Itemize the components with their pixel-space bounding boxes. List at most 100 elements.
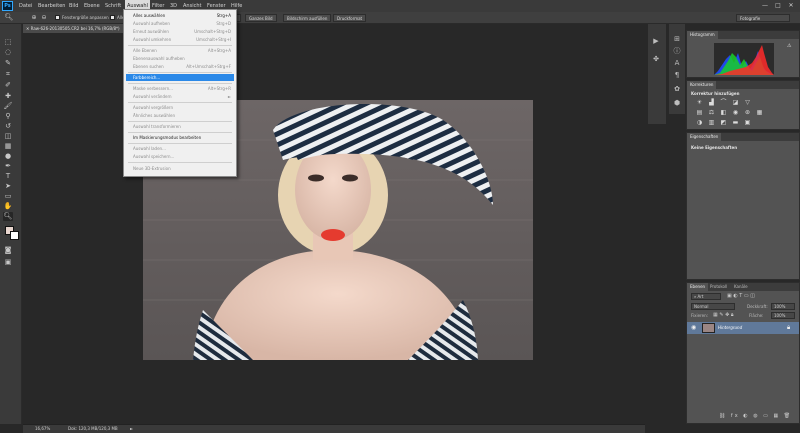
- menu-item-find-layers[interactable]: Ebenen suchen Alt+Umschalt+Strg+F: [124, 63, 236, 70]
- histogram-tabs: Histogramm: [687, 31, 799, 39]
- lock-icons[interactable]: ▦ ✎ ✥ 🔒︎: [713, 312, 734, 318]
- menu-item-transform-selection[interactable]: Auswahl transformieren: [124, 123, 236, 130]
- dodge-tool-icon[interactable]: ●: [3, 152, 13, 161]
- fit-screen-button[interactable]: Ganzes Bild: [245, 14, 277, 22]
- tab-layers[interactable]: Ebenen: [687, 283, 709, 291]
- background-color-swatch[interactable]: [10, 231, 19, 240]
- screen-mode-icon[interactable]: ▣: [3, 258, 13, 267]
- black-white-icon[interactable]: ◧: [719, 109, 728, 117]
- filter-icons[interactable]: ▣ ◐ T ▭ ◫: [727, 293, 755, 299]
- marquee-tool-icon[interactable]: ⬚: [3, 38, 13, 47]
- healing-brush-tool-icon[interactable]: ✚: [3, 92, 13, 101]
- opacity-input[interactable]: 100%: [771, 303, 795, 310]
- brush-preset-icon[interactable]: ✤: [650, 54, 662, 64]
- menu-item-select-all[interactable]: Alles auswählen Strg+A: [124, 12, 236, 19]
- threshold-icon[interactable]: ◩: [719, 119, 728, 127]
- brightness-icon[interactable]: ☀: [695, 99, 704, 107]
- menu-item-similar[interactable]: Ähnliches auswählen: [124, 112, 236, 119]
- menu-bild[interactable]: Bild: [67, 0, 80, 12]
- info-icon[interactable]: ⓘ: [671, 46, 683, 56]
- menu-item-reselect[interactable]: Erneut auswählen Umschalt+Strg+D: [124, 28, 236, 35]
- warning-icon[interactable]: ⚠: [787, 43, 791, 49]
- menu-item-color-range[interactable]: Farbbereich...: [126, 74, 234, 81]
- clone-stamp-tool-icon[interactable]: ⚲: [3, 112, 13, 121]
- path-select-tool-icon[interactable]: ➤: [3, 182, 13, 191]
- zoom-out-icon[interactable]: ⊖: [39, 13, 49, 22]
- hue-saturation-icon[interactable]: ▤: [695, 109, 704, 117]
- eraser-tool-icon[interactable]: ◫: [3, 132, 13, 141]
- lasso-tool-icon[interactable]: ◌: [3, 48, 13, 57]
- vibrance-icon[interactable]: ▽: [743, 99, 752, 107]
- workspace-select[interactable]: Fotografie: [736, 14, 790, 22]
- gradient-tool-icon[interactable]: ▦: [3, 142, 13, 151]
- selective-color-icon[interactable]: ▣: [743, 119, 752, 127]
- menu-datei[interactable]: Datei: [17, 0, 34, 12]
- panel-icon-strip: ⊞ ⓘ A ¶ ✿ ⬢: [669, 24, 685, 114]
- minimize-icon[interactable]: —: [760, 2, 770, 10]
- zoom-level[interactable]: 16,67%: [35, 425, 50, 433]
- tab-histogram[interactable]: Histogramm: [687, 31, 718, 39]
- menu-item-quick-mask[interactable]: Im Maskierungsmodus bearbeiten: [124, 134, 236, 141]
- exposure-icon[interactable]: ◪: [731, 99, 740, 107]
- quick-mask-icon[interactable]: ◙: [3, 246, 13, 255]
- print-size-button[interactable]: Druckformat: [333, 14, 367, 22]
- posterize-icon[interactable]: ▥: [707, 119, 716, 127]
- fill-input[interactable]: 100%: [771, 312, 795, 319]
- menu-item-modify[interactable]: Auswahl verändern ►: [124, 93, 236, 100]
- character-icon[interactable]: A: [671, 58, 683, 68]
- menu-item-refine-mask[interactable]: Maske verbessern... Alt+Strg+R: [124, 85, 236, 92]
- navigator-icon[interactable]: ⊞: [671, 34, 683, 44]
- color-balance-icon[interactable]: ⚖: [707, 109, 716, 117]
- eyedropper-tool-icon[interactable]: ✐: [3, 81, 13, 90]
- blend-mode-select[interactable]: Normal: [691, 303, 735, 310]
- hand-tool-icon[interactable]: ✋: [3, 202, 13, 211]
- fit-window-checkbox[interactable]: [55, 15, 60, 20]
- paths-icon[interactable]: ⬢: [671, 98, 683, 108]
- menu-item-all-layers[interactable]: Alle Ebenen Alt+Strg+A: [124, 47, 236, 54]
- photo-filter-icon[interactable]: ◉: [731, 109, 740, 117]
- curves-icon[interactable]: ⌒: [719, 99, 728, 107]
- tab-channels[interactable]: Kanäle: [731, 283, 751, 291]
- gradient-map-icon[interactable]: ▬: [731, 119, 740, 127]
- quick-select-tool-icon[interactable]: ✎: [3, 59, 13, 68]
- menu-bearbeiten[interactable]: Bearbeiten: [36, 0, 67, 12]
- tab-history[interactable]: Protokoll: [707, 283, 730, 291]
- brush-tool-icon[interactable]: 🖌︎: [3, 102, 13, 111]
- fill-screen-button[interactable]: Bildschirm ausfüllen: [283, 14, 332, 22]
- zoom-tool-icon[interactable]: 🔍︎: [4, 13, 14, 22]
- menu-schrift[interactable]: Schrift: [103, 0, 123, 12]
- history-brush-tool-icon[interactable]: ↺: [3, 122, 13, 131]
- layer-actions-icons[interactable]: ⛓ fx ◐ ◍ ▭ ▦ 🗑︎: [719, 413, 792, 419]
- menu-item-deselect-layers[interactable]: Ebenenauswahl aufheben: [124, 55, 236, 62]
- menu-item-deselect[interactable]: Auswahl aufheben Strg+D: [124, 20, 236, 27]
- zoom-all-checkbox[interactable]: [110, 15, 115, 20]
- layer-row[interactable]: ◉ Hintergrund 🔒︎: [687, 322, 799, 334]
- zoom-in-icon[interactable]: ⊕: [29, 13, 39, 22]
- menu-item-grow[interactable]: Auswahl vergrößern: [124, 104, 236, 111]
- menu-item-load-selection[interactable]: Auswahl laden...: [124, 145, 236, 152]
- invert-icon[interactable]: ◑: [695, 119, 704, 127]
- menu-ebene[interactable]: Ebene: [82, 0, 102, 12]
- status-arrow-icon[interactable]: ►: [130, 425, 133, 433]
- menu-item-inverse[interactable]: Auswahl umkehren Umschalt+Strg+I: [124, 36, 236, 43]
- styles-icon[interactable]: ✿: [671, 84, 683, 94]
- channel-mixer-icon[interactable]: ⊛: [743, 109, 752, 117]
- layer-kind-filter[interactable]: ⌕ Art: [691, 293, 721, 300]
- zoom-tool-panel-icon[interactable]: 🔍︎: [3, 212, 13, 221]
- menu-item-3d-extrusion[interactable]: Neue 3D-Extrusion: [124, 165, 236, 172]
- type-tool-icon[interactable]: T: [3, 172, 13, 181]
- levels-icon[interactable]: ▟: [707, 99, 716, 107]
- close-icon[interactable]: ✕: [786, 2, 796, 10]
- shape-tool-icon[interactable]: ▭: [3, 192, 13, 201]
- tab-corrections[interactable]: Korrekturen: [687, 81, 717, 89]
- tab-properties[interactable]: Eigenschaften: [687, 133, 722, 141]
- crop-tool-icon[interactable]: ⌗: [3, 70, 13, 79]
- maximize-icon[interactable]: □: [773, 2, 783, 10]
- menu-item-save-selection[interactable]: Auswahl speichern...: [124, 153, 236, 160]
- doc-info[interactable]: Dok: 120,3 MB/120,3 MB: [68, 425, 118, 433]
- paragraph-icon[interactable]: ¶: [671, 70, 683, 80]
- play-icon[interactable]: ▶: [650, 36, 662, 46]
- color-lookup-icon[interactable]: ▦: [755, 109, 764, 117]
- pen-tool-icon[interactable]: ✒: [3, 162, 13, 171]
- visibility-eye-icon[interactable]: ◉: [691, 324, 696, 331]
